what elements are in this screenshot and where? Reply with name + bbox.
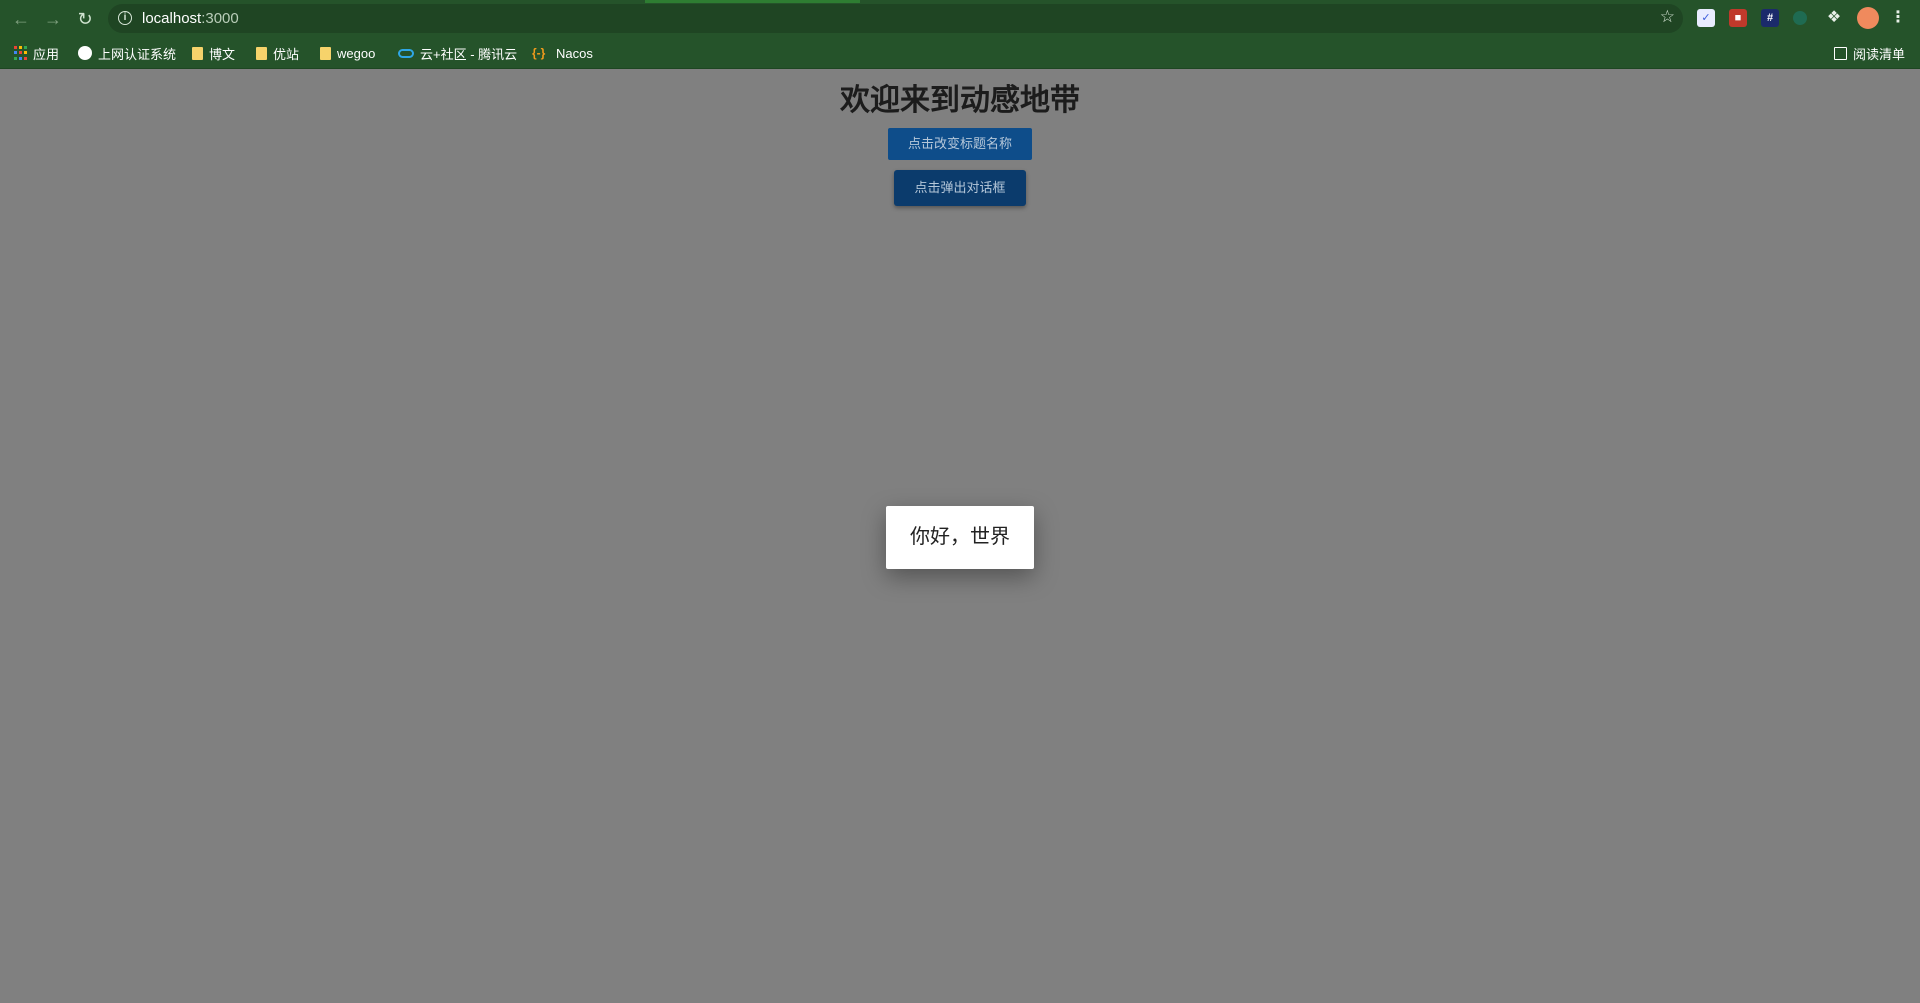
reload-icon[interactable]: ↻	[74, 8, 96, 30]
dialog: 你好，世界	[886, 506, 1034, 569]
reading-list-label: 阅读清单	[1853, 46, 1906, 62]
bookmark-auth-system[interactable]: 上网认证系统	[78, 44, 176, 62]
url-text[interactable]: localhost:3000	[142, 10, 239, 27]
bookmark-label: 优站	[273, 46, 300, 62]
folder-icon	[256, 46, 267, 60]
change-title-button[interactable]: 点击改变标题名称	[888, 128, 1032, 160]
bookmark-label: 博文	[209, 46, 236, 62]
browser-toolbar: ← → ↻ i localhost:3000 ☆ ✓ ■ # ❖ ⋮	[0, 0, 1920, 37]
bookmark-label: 上网认证系统	[98, 46, 177, 62]
bookmark-folder-youzhan[interactable]: 优站	[256, 44, 299, 62]
active-tab-indicator	[645, 0, 860, 3]
folder-icon	[192, 46, 203, 60]
globe-icon	[78, 46, 92, 60]
url-host: localhost	[142, 10, 202, 27]
page-title: 欢迎来到动感地带	[840, 84, 1080, 117]
bookmark-label: Nacos	[556, 45, 593, 61]
info-icon[interactable]: i	[118, 11, 132, 25]
url-port: :3000	[201, 10, 239, 27]
bookmark-label: 云+社区 - 腾讯云	[420, 46, 518, 62]
folder-icon	[320, 46, 331, 60]
page-content: 欢迎来到动感地带 点击改变标题名称 点击弹出对话框 你好，世界	[0, 69, 1920, 1003]
apps-grid-icon	[14, 46, 27, 60]
bookmark-tencent-cloud[interactable]: 云+社区 - 腾讯云	[398, 44, 517, 62]
extension-icon-2[interactable]: ■	[1729, 9, 1747, 27]
back-icon[interactable]: ←	[10, 8, 32, 30]
address-bar[interactable]: i localhost:3000 ☆	[108, 4, 1683, 33]
nacos-icon: {-}	[532, 46, 546, 60]
open-dialog-button[interactable]: 点击弹出对话框	[894, 170, 1026, 206]
bookmark-label: 应用	[33, 46, 60, 62]
bookmark-apps[interactable]: 应用	[14, 44, 59, 62]
bookmark-folder-wegoo[interactable]: wegoo	[320, 44, 375, 62]
bookmark-label: wegoo	[337, 45, 376, 61]
menu-kebab-icon[interactable]: ⋮	[1889, 9, 1907, 27]
extension-icon-4[interactable]	[1793, 11, 1807, 25]
cloud-icon	[398, 48, 414, 58]
bookmark-folder-bowen[interactable]: 博文	[192, 44, 235, 62]
bookmarks-bar: 应用 上网认证系统 博文 优站 wegoo 云+社区 - 腾讯云 {-} Nac…	[0, 37, 1920, 69]
reading-list-icon	[1834, 46, 1847, 60]
bookmark-star-icon[interactable]: ☆	[1660, 7, 1675, 27]
bookmark-nacos[interactable]: {-} Nacos	[532, 44, 593, 62]
forward-icon[interactable]: →	[42, 8, 64, 30]
extension-icon-1[interactable]: ✓	[1697, 9, 1715, 27]
profile-avatar[interactable]	[1857, 7, 1879, 29]
reading-list[interactable]: 阅读清单	[1834, 44, 1905, 62]
extensions-puzzle-icon[interactable]: ❖	[1825, 9, 1843, 27]
dialog-message: 你好，世界	[910, 526, 1010, 548]
extension-icon-3[interactable]: #	[1761, 9, 1779, 27]
